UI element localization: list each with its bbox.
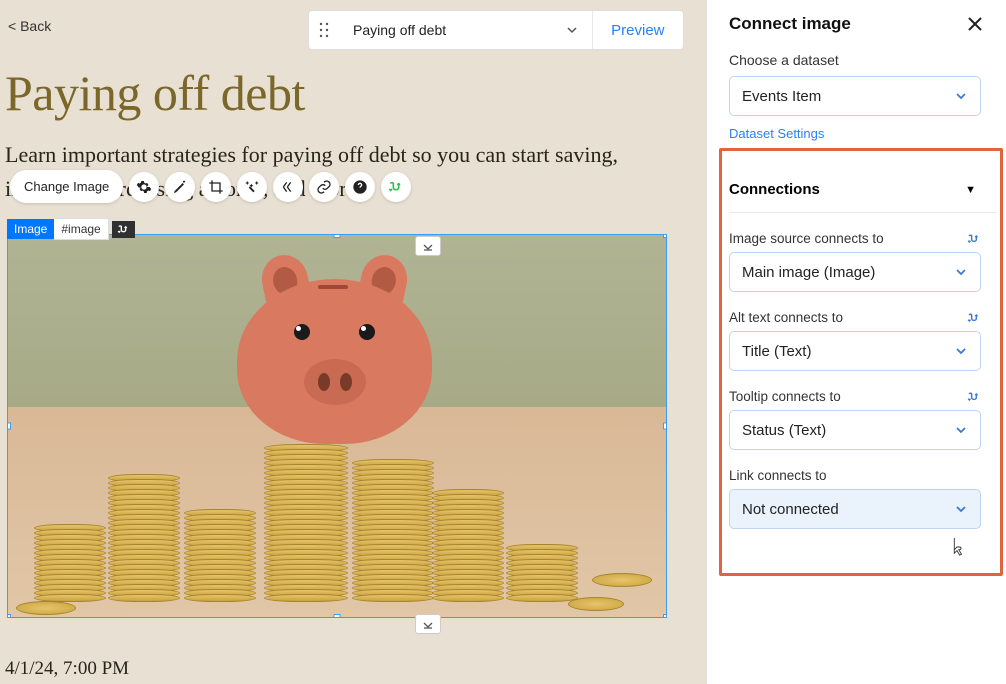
tooltip-dropdown[interactable]: Status (Text) bbox=[729, 410, 981, 450]
page-title-select-label: Paying off debt bbox=[353, 22, 446, 38]
tooltip-value: Status (Text) bbox=[742, 422, 826, 439]
element-tags: Image #image bbox=[7, 218, 135, 240]
page-title-select[interactable]: Paying off debt bbox=[339, 11, 592, 49]
chevron-down-icon bbox=[954, 89, 968, 103]
page-title: Paying off debt bbox=[5, 64, 305, 122]
back-link[interactable]: < Back bbox=[8, 18, 51, 34]
dataset-settings-link[interactable]: Dataset Settings bbox=[729, 126, 824, 141]
connect-tag-icon[interactable] bbox=[112, 221, 135, 238]
image-toolbar: Change Image bbox=[10, 170, 411, 203]
swap-icon[interactable] bbox=[967, 390, 981, 404]
resize-handle[interactable] bbox=[663, 234, 667, 238]
preview-link[interactable]: Preview bbox=[593, 22, 682, 39]
dataset-value: Events Item bbox=[742, 88, 821, 105]
chevron-down-icon bbox=[954, 344, 968, 358]
panel-title: Connect image bbox=[729, 14, 851, 34]
timestamp: 4/1/24, 7:00 PM bbox=[5, 658, 129, 680]
element-id-tag[interactable]: #image bbox=[54, 218, 108, 240]
help-icon[interactable] bbox=[345, 172, 375, 202]
collapse-triangle-icon: ▼ bbox=[965, 184, 976, 196]
resize-handle[interactable] bbox=[663, 614, 667, 618]
resize-handle[interactable] bbox=[7, 423, 11, 430]
data-connection-icon[interactable] bbox=[381, 172, 411, 202]
dataset-dropdown[interactable]: Events Item bbox=[729, 76, 981, 116]
piggy-bank-illustration bbox=[232, 249, 437, 444]
collapse-bottom-icon[interactable] bbox=[415, 614, 441, 634]
connect-image-panel: Connect image Choose a dataset Events It… bbox=[707, 0, 1006, 684]
resize-handle[interactable] bbox=[334, 614, 341, 618]
swap-icon[interactable] bbox=[967, 311, 981, 325]
resize-handle[interactable] bbox=[663, 423, 667, 430]
dataset-label: Choose a dataset bbox=[729, 52, 996, 68]
magic-icon[interactable] bbox=[237, 172, 267, 202]
link-dropdown[interactable]: Not connected bbox=[729, 489, 981, 529]
image-source-value: Main image (Image) bbox=[742, 264, 875, 281]
connections-section-header[interactable]: Connections ▼ bbox=[729, 167, 996, 213]
image-source-dropdown[interactable]: Main image (Image) bbox=[729, 252, 981, 292]
settings-icon[interactable] bbox=[129, 172, 159, 202]
connections-section-title: Connections bbox=[729, 181, 820, 198]
editor-canvas: < Back Paying off debt Preview Paying of… bbox=[0, 0, 707, 684]
edit-icon[interactable] bbox=[165, 172, 195, 202]
coins-illustration bbox=[8, 417, 666, 617]
link-value: Not connected bbox=[742, 501, 839, 518]
chevron-down-icon bbox=[954, 423, 968, 437]
swap-icon[interactable] bbox=[967, 232, 981, 246]
chevron-down-icon bbox=[954, 265, 968, 279]
resize-handle[interactable] bbox=[7, 614, 11, 618]
chevron-down-icon bbox=[566, 24, 578, 36]
resize-handle[interactable] bbox=[334, 234, 341, 238]
link-label: Link connects to bbox=[729, 468, 827, 483]
element-type-tag[interactable]: Image bbox=[7, 219, 54, 239]
image-source-label: Image source connects to bbox=[729, 231, 884, 246]
change-image-button[interactable]: Change Image bbox=[10, 170, 123, 203]
selected-image[interactable] bbox=[7, 234, 667, 618]
alt-text-label: Alt text connects to bbox=[729, 310, 843, 325]
crop-icon[interactable] bbox=[201, 172, 231, 202]
chevron-down-icon bbox=[954, 502, 968, 516]
close-icon[interactable] bbox=[966, 15, 984, 33]
link-icon[interactable] bbox=[309, 172, 339, 202]
alt-text-value: Title (Text) bbox=[742, 343, 811, 360]
animation-icon[interactable] bbox=[273, 172, 303, 202]
collapse-top-icon[interactable] bbox=[415, 236, 441, 256]
top-toolbar: Paying off debt Preview bbox=[308, 10, 684, 50]
drag-handle-icon[interactable] bbox=[309, 22, 339, 38]
alt-text-dropdown[interactable]: Title (Text) bbox=[729, 331, 981, 371]
tooltip-label: Tooltip connects to bbox=[729, 389, 841, 404]
